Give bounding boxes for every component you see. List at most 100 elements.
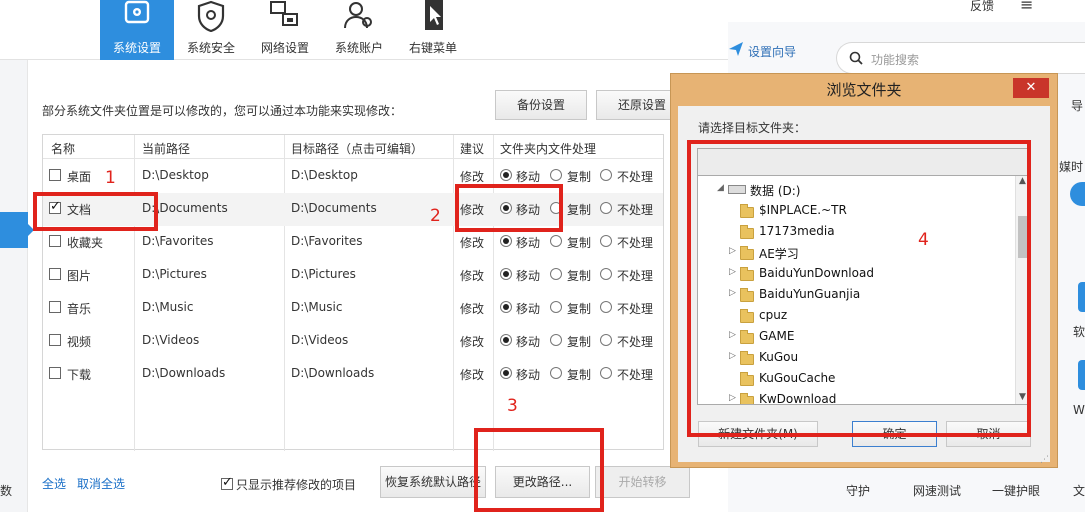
radio-label: 不处理 [617,236,654,250]
tab-system-accounts[interactable]: 系统账户 [322,0,396,60]
radio-move[interactable] [500,301,512,313]
radio-none[interactable] [600,301,612,313]
deselect-all-link[interactable]: 取消全选 [77,475,125,492]
edge-text-b: 媒时 [1059,160,1084,174]
annotation-3: 3 [507,396,518,416]
sidebar-active-marker[interactable] [0,212,34,248]
tab-label: 系统安全 [186,41,235,55]
radio-copy[interactable] [550,367,562,379]
radio-label: 复制 [567,302,592,316]
radio-label: 移动 [516,170,541,184]
highlight-box-4 [687,140,1031,437]
close-icon[interactable]: ✕ [1013,78,1049,98]
feedback-link[interactable]: 反馈 [970,0,994,14]
only-recommended-checkbox[interactable] [221,475,233,490]
row-checkbox[interactable] [49,334,61,346]
row-current-path: D:\Music [142,300,194,314]
annotation-2: 2 [430,206,441,226]
highlight-box-2 [455,184,563,232]
app-icon-partial-2[interactable] [1078,360,1085,390]
radio-label: 复制 [567,269,592,283]
edge-text-c: 软 [1073,325,1085,339]
tab-label: 系统账户 [334,41,383,55]
backup-settings-button[interactable]: 备份设置 [495,90,587,120]
radio-none[interactable] [600,367,612,379]
restore-default-path-button[interactable]: 恢复系统默认路径 [380,466,486,498]
bottom-item-eye-care[interactable]: 一键护眼 [992,482,1040,499]
radio-label: 不处理 [617,203,654,217]
radio-label: 复制 [567,236,592,250]
row-target-path[interactable]: D:\Music [291,300,342,314]
highlight-box-3 [474,428,604,512]
radio-move[interactable] [500,268,512,280]
row-checkbox[interactable] [49,235,61,247]
select-all-link[interactable]: 全选 [42,475,66,492]
row-advice: 修改 [460,335,485,349]
annotation-4: 4 [918,230,929,250]
radio-none[interactable] [600,268,612,280]
tab-context-menu[interactable]: 右键菜单 [396,0,470,60]
menu-icon[interactable]: ≡ [1020,0,1033,14]
main-window: 系统设置 系统安全 网络设置 系统账户 右键菜单 数 部分系统文件夹位置是可以修… [0,0,728,512]
row-target-path[interactable]: D:\Desktop [291,168,358,182]
radio-move[interactable] [500,235,512,247]
row-advice: 修改 [460,170,485,184]
bottom-item-guard[interactable]: 守护 [846,482,870,499]
radio-copy[interactable] [550,301,562,313]
row-checkbox[interactable] [49,169,61,181]
row-current-path: D:\Pictures [142,267,207,281]
sidebar-text: 数 [0,484,13,498]
row-checkbox[interactable] [49,268,61,280]
search-input[interactable]: 功能搜索 [836,42,1085,74]
radio-label: 复制 [567,335,592,349]
radio-none[interactable] [600,202,612,214]
tab-system-security[interactable]: 系统安全 [174,0,248,60]
row-current-path: D:\Downloads [142,366,226,380]
radio-none[interactable] [600,334,612,346]
app-icon-partial[interactable] [1078,282,1085,312]
wizard-icon [729,42,743,56]
radio-copy[interactable] [550,268,562,280]
tab-system-settings[interactable]: 系统设置 [100,0,174,60]
radio-none[interactable] [600,169,612,181]
dialog-prompt: 请选择目标文件夹： [698,121,807,135]
resize-grip-icon[interactable]: ⋰ [1040,455,1049,465]
only-recommended-label: 只显示推荐修改的项目 [236,478,357,492]
row-advice: 修改 [460,302,485,316]
radio-move[interactable] [500,169,512,181]
radio-copy[interactable] [550,235,562,247]
row-target-path[interactable]: D:\Favorites [291,234,363,248]
header-advice: 建议 [460,142,485,156]
header-file-handling: 文件夹内文件处理 [500,142,597,156]
dialog-title: 浏览文件夹 [826,81,902,99]
radio-label: 移动 [516,302,541,316]
row-advice: 修改 [460,269,485,283]
table-row[interactable]: 下载 D:\Downloads D:\Downloads 修改 移动 复制 不处理 [43,358,663,391]
table-row[interactable]: 桌面 D:\Desktop D:\Desktop 修改 移动 复制 不处理 [43,160,663,193]
radio-copy[interactable] [550,169,562,181]
bottom-item-partial[interactable]: 文 [1073,482,1085,499]
radio-none[interactable] [600,235,612,247]
radio-copy[interactable] [550,334,562,346]
radio-label: 移动 [516,236,541,250]
table-row[interactable]: 视频 D:\Videos D:\Videos 修改 移动 复制 不处理 [43,325,663,358]
radio-move[interactable] [500,334,512,346]
table-row[interactable]: 图片 D:\Pictures D:\Pictures 修改 移动 复制 不处理 [43,259,663,292]
row-target-path[interactable]: D:\Downloads [291,366,374,380]
radio-label: 复制 [567,368,592,382]
row-name: 视频 [67,335,92,349]
radio-move[interactable] [500,367,512,379]
tab-network-settings[interactable]: 网络设置 [248,0,322,60]
row-checkbox[interactable] [49,367,61,379]
row-target-path[interactable]: D:\Pictures [291,267,356,281]
start-transfer-button[interactable]: 开始转移 [595,466,690,498]
row-target-path[interactable]: D:\Videos [291,333,348,347]
setup-wizard-link[interactable]: 设置向导 [748,43,796,60]
row-target-path[interactable]: D:\Documents [291,201,377,215]
table-header: 名称 当前路径 目标路径（点击可编辑） 建议 文件夹内文件处理 [43,135,663,159]
table-row[interactable]: 音乐 D:\Music D:\Music 修改 移动 复制 不处理 [43,292,663,325]
row-checkbox[interactable] [49,301,61,313]
bottom-item-speed-test[interactable]: 网速测试 [913,482,961,499]
toggle-switch[interactable] [1070,182,1085,206]
row-name: 下载 [67,368,92,382]
